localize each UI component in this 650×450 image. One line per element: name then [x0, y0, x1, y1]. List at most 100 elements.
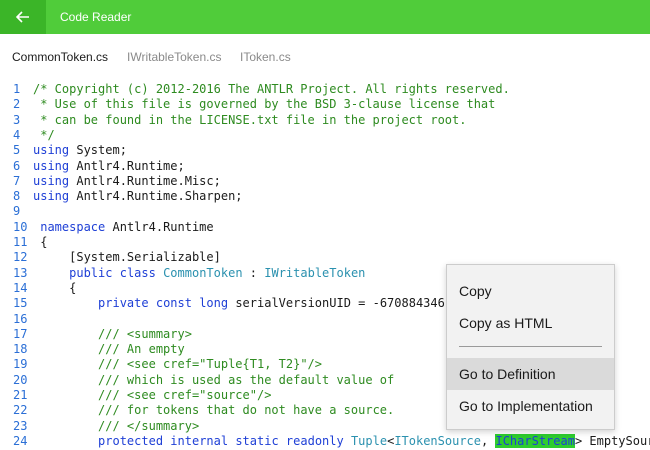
menu-item-copy[interactable]: Copy — [447, 275, 614, 307]
code-token: IWritableToken — [264, 265, 366, 280]
file-tabs: CommonToken.cs IWritableToken.cs IToken.… — [0, 34, 650, 76]
line-number: 24 — [13, 433, 28, 448]
tab-commontoken[interactable]: CommonToken.cs — [12, 50, 108, 64]
code-text: /// <see cref="Tuple{T1, T2}"/> — [33, 357, 322, 372]
code-token: long — [199, 296, 229, 311]
code-token: /// <summary> — [98, 326, 192, 341]
code-token: public — [69, 265, 113, 280]
code-text: { — [33, 235, 47, 250]
code-text: /// <summary> — [33, 327, 192, 342]
code-token: /// for tokens that do not have a source… — [98, 403, 395, 418]
line-number: 18 — [13, 342, 28, 357]
code-token: /// <see cref="Tuple{T1, T2}"/> — [98, 357, 322, 372]
code-token: > EmptySource — [574, 433, 650, 448]
code-token: Antlr4.Runtime — [105, 219, 214, 234]
code-text: using Antlr4.Runtime.Misc; — [33, 174, 221, 189]
code-token: * can be found in the LICENSE.txt file i… — [33, 112, 467, 127]
code-token: Antlr4.Runtime.Sharpen; — [69, 189, 243, 204]
code-text: /// which is used as the default value o… — [33, 373, 394, 388]
code-text: /// <see cref="source"/> — [33, 388, 271, 403]
line-number: 8 — [13, 189, 21, 204]
line-number: 20 — [13, 372, 28, 387]
code-text: */ — [33, 128, 54, 143]
code-token: using — [33, 173, 70, 188]
code-token: using — [33, 189, 70, 204]
line-number: 13 — [13, 265, 28, 280]
code-token: [System.Serializable] — [33, 250, 221, 265]
tab-iwritabletoken[interactable]: IWritableToken.cs — [127, 50, 221, 64]
code-token: /* Copyright (c) 2012-2016 The ANTLR Pro… — [33, 82, 510, 96]
title-bar: Code Reader — [0, 0, 650, 34]
line-number: 4 — [13, 127, 21, 142]
code-token: static — [235, 433, 279, 448]
line-number: 2 — [13, 97, 21, 112]
line-number: 10 — [13, 219, 28, 234]
line-number: 1 — [13, 82, 21, 96]
code-token: * Use of this file is governed by the BS… — [33, 97, 496, 112]
code-text: /* Copyright (c) 2012-2016 The ANTLR Pro… — [33, 82, 510, 97]
code-token: { — [33, 280, 77, 295]
code-text: using Antlr4.Runtime; — [33, 159, 185, 174]
code-token: Antlr4.Runtime; — [69, 158, 185, 173]
code-token: const — [155, 296, 192, 311]
line-number: 11 — [13, 235, 28, 249]
code-text: namespace Antlr4.Runtime — [33, 219, 214, 235]
code-token: using — [33, 158, 70, 173]
line-number: 23 — [13, 418, 28, 433]
code-token: CommonToken — [163, 265, 243, 280]
code-token: internal — [170, 433, 229, 448]
line-number: 9 — [13, 204, 21, 219]
code-token: class — [119, 265, 156, 280]
code-token: private — [98, 296, 149, 311]
back-button[interactable] — [0, 0, 46, 34]
menu-item-go-to-implementation[interactable]: Go to Implementation — [447, 390, 614, 422]
code-token: , — [481, 433, 496, 448]
line-number: 6 — [13, 158, 21, 173]
code-token: /// which is used as the default value o… — [98, 372, 395, 387]
line-number: 17 — [13, 326, 28, 341]
line-number: 3 — [13, 112, 21, 127]
line-number: 22 — [13, 403, 28, 418]
line-number: 5 — [13, 143, 21, 158]
code-token: /// </summary> — [98, 418, 200, 433]
line-number: 7 — [13, 173, 21, 188]
line-number: 21 — [13, 388, 28, 402]
code-text: * Use of this file is governed by the BS… — [33, 97, 495, 112]
code-text: { — [33, 281, 76, 296]
code-text: /// An empty — [33, 342, 185, 357]
line-number: 12 — [13, 250, 28, 265]
selected-token: ICharStream — [495, 433, 575, 448]
code-text: /// </summary> — [33, 419, 199, 434]
back-arrow-icon — [16, 11, 29, 23]
code-token: ITokenSource — [394, 433, 482, 448]
line-number: 14 — [13, 280, 28, 295]
menu-item-copy-as-html[interactable]: Copy as HTML — [447, 307, 614, 339]
code-token: System; — [69, 143, 127, 158]
tab-itoken[interactable]: IToken.cs — [240, 50, 291, 64]
line-number: 19 — [13, 357, 28, 372]
menu-item-go-to-definition[interactable]: Go to Definition — [447, 358, 614, 390]
code-token: Antlr4.Runtime.Misc; — [69, 173, 221, 188]
context-menu: Copy Copy as HTML Go to Definition Go to… — [446, 264, 615, 430]
code-token: Tuple — [350, 433, 388, 448]
menu-separator — [459, 346, 602, 347]
code-text: protected internal static readonly Tuple… — [33, 433, 650, 449]
code-token: : — [242, 265, 265, 280]
code-text: public class CommonToken : IWritableToke… — [33, 266, 365, 281]
code-text: using System; — [33, 143, 127, 158]
code-text: [System.Serializable] — [33, 250, 221, 265]
